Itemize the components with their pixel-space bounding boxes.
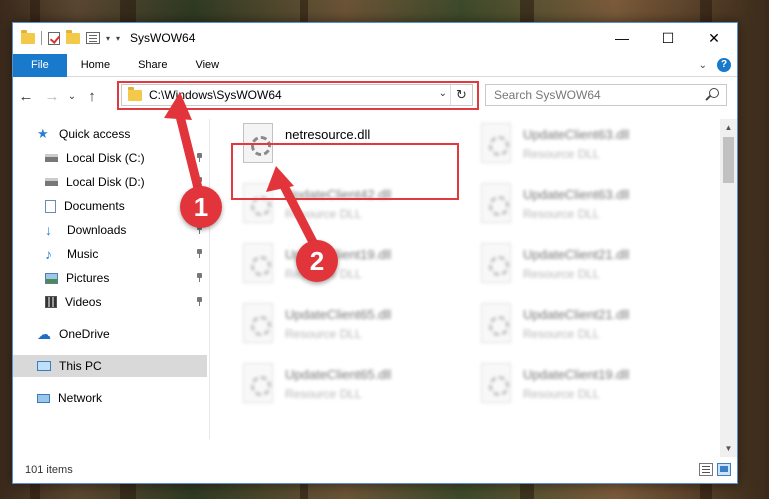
search-input[interactable]: Search SysWOW64 — [485, 84, 727, 106]
sidebar-item-downloads[interactable]: ↓ Downloads — [13, 219, 207, 241]
new-folder-icon[interactable] — [66, 29, 80, 44]
list-item[interactable]: UpdateClient63.dll Resource DLL — [471, 119, 701, 175]
navigation-bar: ← → ⌄ ↑ C:\Windows\SysWOW64 ⌄ ↻ Search S… — [13, 81, 737, 111]
vertical-scrollbar[interactable]: ▲ ▼ — [720, 119, 737, 457]
dll-file-icon — [481, 123, 511, 163]
dll-file-icon — [481, 363, 511, 403]
pin-icon[interactable] — [196, 153, 203, 162]
list-item[interactable]: UpdateClient21.dll Resource DLL — [471, 299, 701, 355]
navigation-pane: ★ Quick access Local Disk (C:) Local Dis… — [13, 119, 209, 451]
list-item[interactable]: UpdateClient65.dll Resource DLL — [233, 359, 463, 415]
pin-icon[interactable] — [196, 297, 203, 306]
ribbon-tabs: File Home Share View ⌄ ? — [13, 53, 737, 77]
dll-file-icon — [243, 243, 273, 283]
sidebar-item-quick-access[interactable]: ★ Quick access — [13, 123, 207, 145]
step-badge-1: 1 — [180, 186, 222, 228]
large-icons-view-icon[interactable] — [717, 463, 731, 476]
search-placeholder: Search SysWOW64 — [494, 88, 601, 102]
properties-icon[interactable] — [86, 32, 100, 44]
minimize-button[interactable]: — — [599, 23, 645, 53]
file-highlight-box — [231, 143, 459, 200]
customize-toolbar-icon[interactable]: ▾ — [106, 34, 110, 43]
pin-icon[interactable] — [196, 177, 203, 186]
search-icon[interactable] — [709, 88, 719, 98]
scroll-down-icon[interactable]: ▼ — [720, 440, 737, 457]
dll-file-icon — [481, 243, 511, 283]
tab-home[interactable]: Home — [67, 54, 124, 77]
properties-check-icon[interactable] — [48, 31, 60, 45]
sidebar-item-this-pc[interactable]: This PC — [13, 355, 207, 377]
toolbar-dropdown-icon[interactable]: ▾ — [116, 34, 120, 43]
list-item[interactable]: UpdateClient19.dll Resource DLL — [471, 359, 701, 415]
tab-share[interactable]: Share — [124, 54, 181, 77]
sidebar-item-network[interactable]: Network — [13, 387, 207, 409]
download-icon: ↓ — [45, 222, 52, 238]
document-icon — [45, 199, 56, 213]
quick-access-toolbar: ▾ ▾ — [13, 29, 120, 45]
maximize-button[interactable]: ☐ — [645, 23, 691, 53]
scroll-thumb[interactable] — [723, 137, 734, 183]
dll-file-icon — [243, 363, 273, 403]
title-bar: ▾ ▾ SysWOW64 — ☐ ✕ — [13, 23, 737, 53]
status-bar: 101 items — [13, 457, 737, 483]
pin-icon[interactable] — [196, 273, 203, 282]
address-highlight-box — [117, 81, 479, 110]
pin-icon[interactable] — [196, 249, 203, 258]
list-item[interactable]: UpdateClient65.dll Resource DLL — [233, 299, 463, 355]
picture-icon — [45, 272, 58, 284]
tab-view[interactable]: View — [181, 54, 233, 77]
step-badge-2: 2 — [296, 240, 338, 282]
folder-icon — [21, 29, 35, 44]
sidebar-item-onedrive[interactable]: ☁ OneDrive — [13, 323, 207, 345]
drive-icon — [45, 154, 58, 162]
dll-file-icon — [243, 303, 273, 343]
dll-file-icon — [481, 303, 511, 343]
cloud-icon: ☁ — [37, 326, 51, 342]
scroll-up-icon[interactable]: ▲ — [720, 119, 737, 136]
sidebar-item-documents[interactable]: Documents — [13, 195, 207, 217]
help-icon[interactable]: ? — [717, 58, 731, 72]
forward-icon[interactable]: → — [39, 88, 65, 105]
list-item[interactable]: UpdateClient63.dll Resource DLL — [471, 179, 701, 235]
back-icon[interactable]: ← — [13, 88, 39, 105]
video-icon — [45, 296, 57, 308]
star-icon: ★ — [37, 126, 49, 141]
sidebar-item-local-disk-d[interactable]: Local Disk (D:) — [13, 171, 207, 193]
item-count: 101 items — [25, 464, 73, 476]
drive-icon — [45, 178, 58, 186]
list-item[interactable]: UpdateClient21.dll Resource DLL — [471, 239, 701, 295]
details-view-icon[interactable] — [699, 463, 713, 476]
explorer-window: ▾ ▾ SysWOW64 — ☐ ✕ File Home Share View … — [12, 22, 738, 484]
expand-ribbon-icon[interactable]: ⌄ — [699, 60, 707, 71]
sidebar-item-music[interactable]: ♪ Music — [13, 243, 207, 265]
network-icon — [37, 393, 50, 403]
close-button[interactable]: ✕ — [691, 23, 737, 53]
tab-file[interactable]: File — [13, 53, 67, 77]
music-icon: ♪ — [45, 246, 52, 262]
up-icon[interactable]: ↑ — [79, 88, 105, 105]
window-title: SysWOW64 — [130, 31, 196, 45]
recent-locations-icon[interactable]: ⌄ — [65, 91, 79, 102]
sidebar-item-pictures[interactable]: Pictures — [13, 267, 207, 289]
dll-file-icon — [481, 183, 511, 223]
sidebar-item-local-disk-c[interactable]: Local Disk (C:) — [13, 147, 207, 169]
sidebar-item-videos[interactable]: Videos — [13, 291, 207, 313]
list-item[interactable]: UpdateClient19.dll Resource DLL — [233, 239, 463, 295]
computer-icon — [37, 361, 51, 371]
